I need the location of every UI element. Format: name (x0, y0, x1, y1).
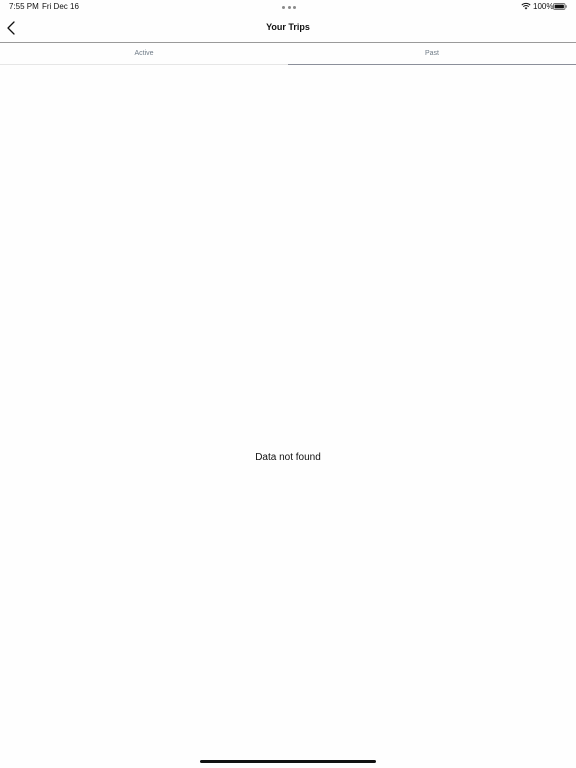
status-time: 7:55 PM (9, 2, 39, 11)
status-date: Fri Dec 16 (42, 2, 79, 11)
home-indicator[interactable] (200, 760, 376, 763)
tab-label: Past (424, 50, 439, 57)
navigation-bar: Your Trips (0, 14, 576, 43)
status-bar: 7:55 PM Fri Dec 16 100% (0, 0, 576, 14)
battery-icon (553, 3, 567, 10)
tab-label: Active (134, 50, 154, 57)
trip-tabs: Active Past (0, 43, 576, 65)
battery-percentage: 100% (533, 2, 554, 11)
page-title: Your Trips (266, 22, 310, 32)
tab-active[interactable]: Active (0, 43, 288, 65)
wifi-icon (521, 2, 531, 10)
tab-past[interactable]: Past (288, 43, 576, 65)
multitasking-dots-icon[interactable] (282, 6, 296, 9)
empty-state-message: Data not found (255, 452, 321, 463)
